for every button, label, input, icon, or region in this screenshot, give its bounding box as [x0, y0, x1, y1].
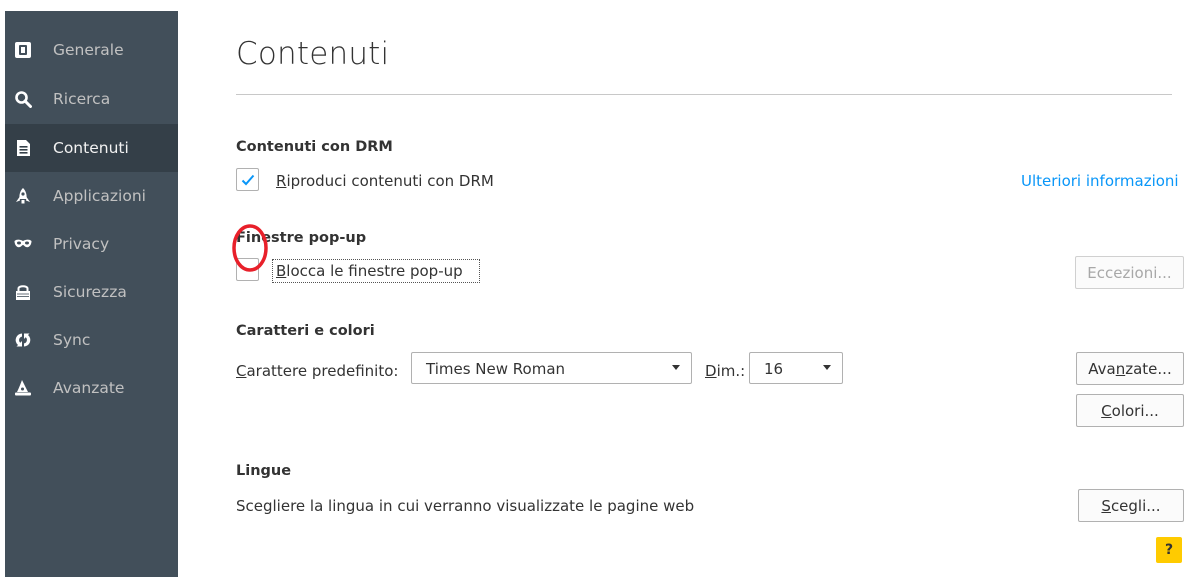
advanced-fonts-button[interactable]: Ava n zate... — [1076, 352, 1184, 385]
button-label-rest: cegli... — [1110, 496, 1161, 515]
chevron-down-icon — [823, 365, 831, 370]
document-icon — [14, 139, 32, 157]
sidebar-item-ricerca[interactable]: Ricerca — [5, 75, 178, 123]
lock-icon — [14, 283, 32, 301]
languages-heading: Lingue — [236, 463, 292, 479]
exceptions-button[interactable]: Eccezioni... — [1075, 256, 1184, 289]
button-label-pre: Ava — [1088, 359, 1116, 378]
drm-checkbox-label[interactable]: Riproduci contenuti con DRM — [276, 172, 494, 190]
help-button[interactable]: ? — [1156, 537, 1182, 563]
colors-button[interactable]: Colori... — [1076, 394, 1184, 427]
default-font-select[interactable]: Times New Roman — [411, 352, 692, 384]
choose-languages-button[interactable]: Scegli... — [1078, 489, 1184, 522]
accesskey-letter: n — [1115, 359, 1126, 378]
sidebar-item-avanzate[interactable]: Avanzate — [5, 364, 178, 412]
drm-checkbox[interactable] — [236, 168, 259, 191]
block-popups-label[interactable]: Blocca le finestre pop-up — [276, 262, 463, 280]
sidebar-item-privacy[interactable]: Privacy — [5, 220, 178, 268]
button-label-post: zate... — [1125, 359, 1172, 378]
drm-heading: Contenuti con DRM — [236, 139, 393, 155]
default-font-value: Times New Roman — [426, 360, 566, 378]
page-title: Contenuti — [236, 36, 390, 72]
checkmark-icon — [241, 174, 255, 186]
accesskey-letter: C — [1101, 401, 1112, 420]
sidebar-item-label: Ricerca — [53, 90, 111, 108]
font-size-value: 16 — [764, 360, 784, 378]
label-rest: iproduci contenuti con DRM — [286, 172, 494, 190]
label-rest: im.: — [716, 362, 746, 380]
sidebar-item-generale[interactable]: Generale — [5, 26, 178, 74]
main-content: Contenuti Contenuti con DRM Riproduci co… — [178, 0, 1198, 577]
sidebar-item-label: Contenuti — [53, 139, 129, 157]
default-font-label: Carattere predefinito: — [236, 362, 398, 380]
label-rest: arattere predefinito: — [246, 362, 399, 380]
languages-description: Scegliere la lingua in cui verranno visu… — [236, 497, 695, 515]
sidebar-item-label: Applicazioni — [53, 187, 146, 205]
mask-icon — [14, 235, 32, 253]
title-divider — [236, 94, 1172, 95]
popup-heading: Finestre pop-up — [236, 230, 367, 246]
accesskey-letter: R — [276, 172, 287, 190]
sidebar-item-label: Sync — [53, 331, 91, 349]
sidebar-item-label: Sicurezza — [53, 283, 127, 301]
accesskey-letter: C — [236, 362, 247, 380]
sidebar-item-contenuti[interactable]: Contenuti — [5, 124, 178, 172]
sync-icon — [14, 331, 32, 349]
sidebar-item-sicurezza[interactable]: Sicurezza — [5, 268, 178, 316]
font-size-select[interactable]: 16 — [749, 352, 843, 384]
wizard-hat-icon — [14, 379, 32, 397]
sidebar-item-sync[interactable]: Sync — [5, 316, 178, 364]
sidebar-item-label: Avanzate — [53, 379, 125, 397]
accesskey-letter: B — [276, 262, 287, 280]
label-rest: locca le finestre pop-up — [286, 262, 463, 280]
general-icon — [14, 41, 32, 59]
accesskey-letter: D — [705, 362, 717, 380]
block-popups-checkbox[interactable] — [236, 258, 259, 281]
sidebar-item-applicazioni[interactable]: Applicazioni — [5, 172, 178, 220]
rocket-icon — [14, 187, 32, 205]
search-icon — [14, 90, 32, 108]
button-label-rest: olori... — [1111, 401, 1159, 420]
sidebar-item-label: Privacy — [53, 235, 110, 253]
sidebar-item-label: Generale — [53, 41, 124, 59]
learn-more-link[interactable]: Ulteriori informazioni — [1021, 172, 1179, 190]
sidebar: Generale Ricerca Contenuti Applicazioni … — [5, 11, 178, 577]
fonts-colors-heading: Caratteri e colori — [236, 323, 375, 339]
font-size-label: Dim.: — [705, 362, 745, 380]
chevron-down-icon — [672, 365, 680, 370]
accesskey-letter: S — [1101, 496, 1111, 515]
